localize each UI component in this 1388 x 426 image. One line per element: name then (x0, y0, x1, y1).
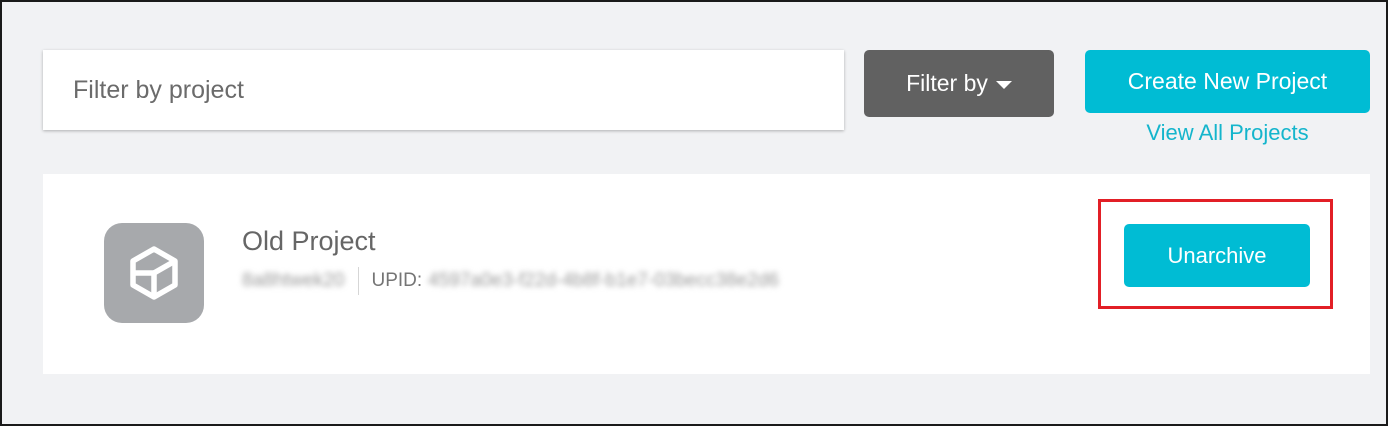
organization-id: 8a8htwek20 (242, 270, 345, 291)
create-new-project-label: Create New Project (1127, 68, 1328, 94)
filter-by-label: Filter by (906, 70, 988, 96)
project-avatar (104, 223, 204, 323)
upid-value: 4597a0e3-f22d-4b8f-b1e7-03becc38e2d6 (428, 270, 779, 291)
project-meta: 8a8htwek20 UPID: 4597a0e3-f22d-4b8f-b1e7… (242, 266, 779, 296)
project-card: Old Project 8a8htwek20 UPID: 4597a0e3-f2… (43, 174, 1370, 374)
meta-divider (358, 267, 360, 295)
filter-by-button[interactable]: Filter by (864, 50, 1054, 117)
projects-page: Filter by Create New Project View All Pr… (0, 0, 1388, 426)
project-name: Old Project (242, 226, 376, 256)
view-all-projects-label: View All Projects (1146, 120, 1309, 145)
view-all-projects-link[interactable]: View All Projects (1085, 120, 1370, 146)
caret-down-icon (995, 81, 1012, 89)
unarchive-label: Unarchive (1167, 242, 1267, 268)
create-new-project-button[interactable]: Create New Project (1085, 50, 1370, 113)
unity-logo-icon (130, 246, 178, 300)
unarchive-button[interactable]: Unarchive (1124, 224, 1310, 287)
filter-project-input[interactable] (43, 50, 844, 130)
upid-label: UPID: (371, 270, 423, 291)
